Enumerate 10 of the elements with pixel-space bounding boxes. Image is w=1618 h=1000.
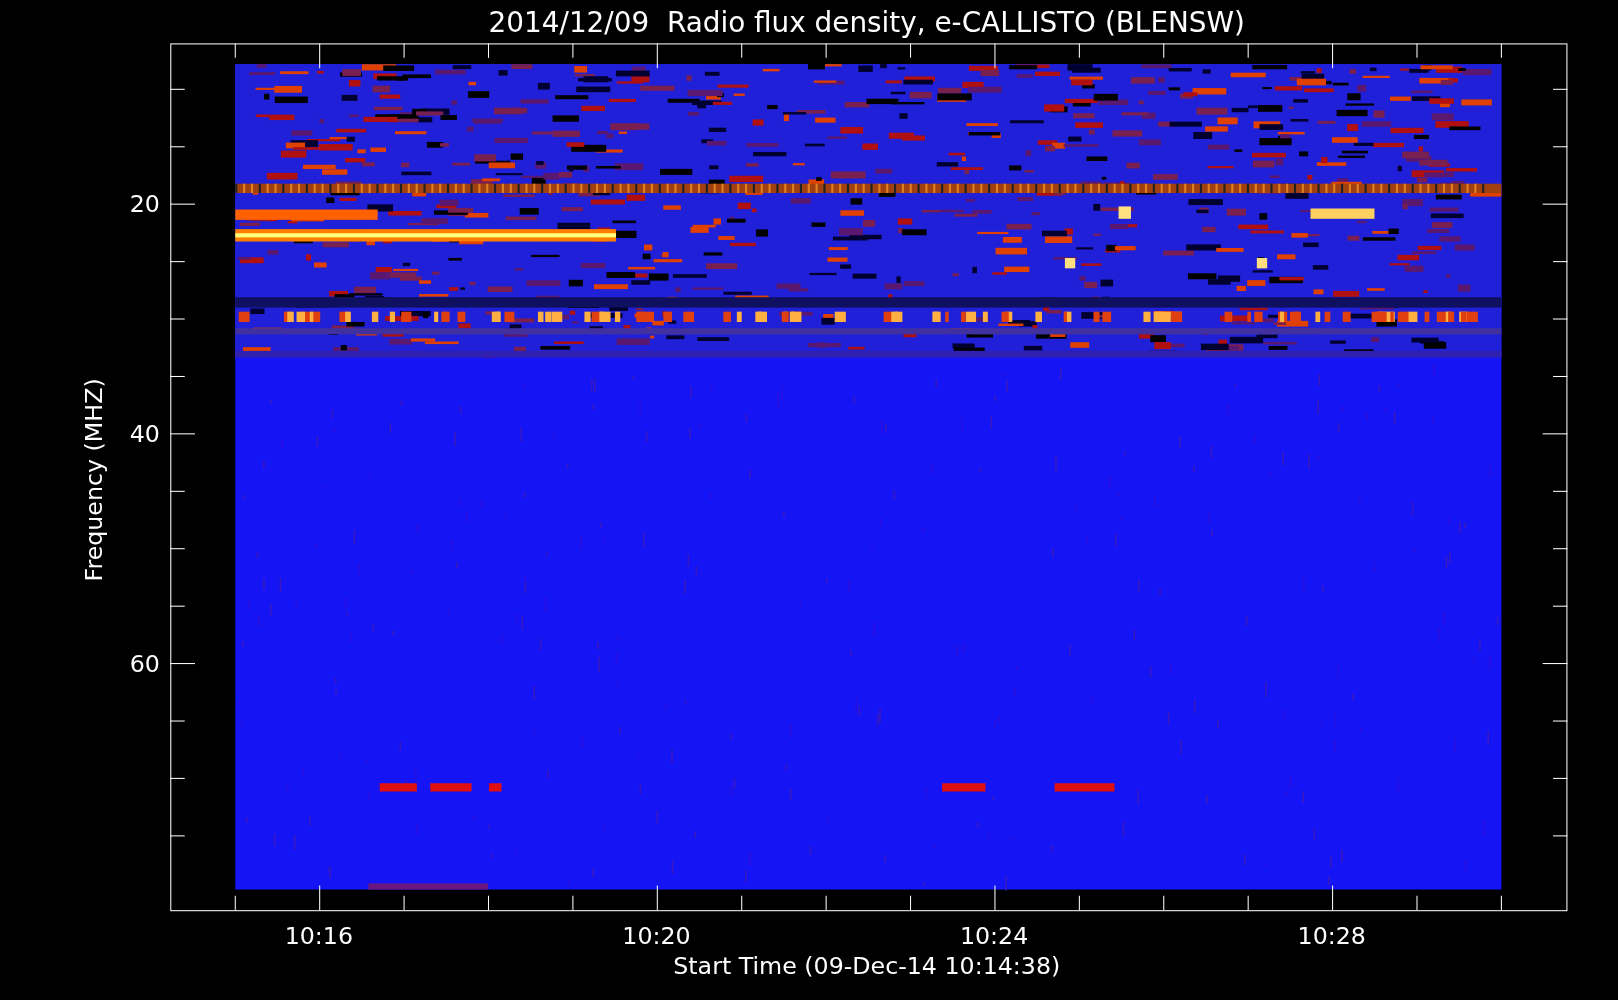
axis-label: Start Time (09-Dec-14 10:14:38) — [673, 952, 1061, 981]
tick-label: 10:16 — [284, 922, 354, 951]
tick-label: 10:20 — [622, 922, 691, 951]
tick-label: 20 — [129, 189, 160, 218]
tick-label: 40 — [129, 419, 160, 448]
tick-label: 60 — [129, 649, 160, 678]
axis-label: Frequency (MHZ) — [80, 378, 109, 582]
chart-title: 2014/12/09 Radio flux density, e-CALLISTO (BLENSW) — [488, 6, 1245, 40]
tick-label: 10:24 — [959, 922, 1029, 951]
tick-label: 10:28 — [1297, 922, 1366, 951]
